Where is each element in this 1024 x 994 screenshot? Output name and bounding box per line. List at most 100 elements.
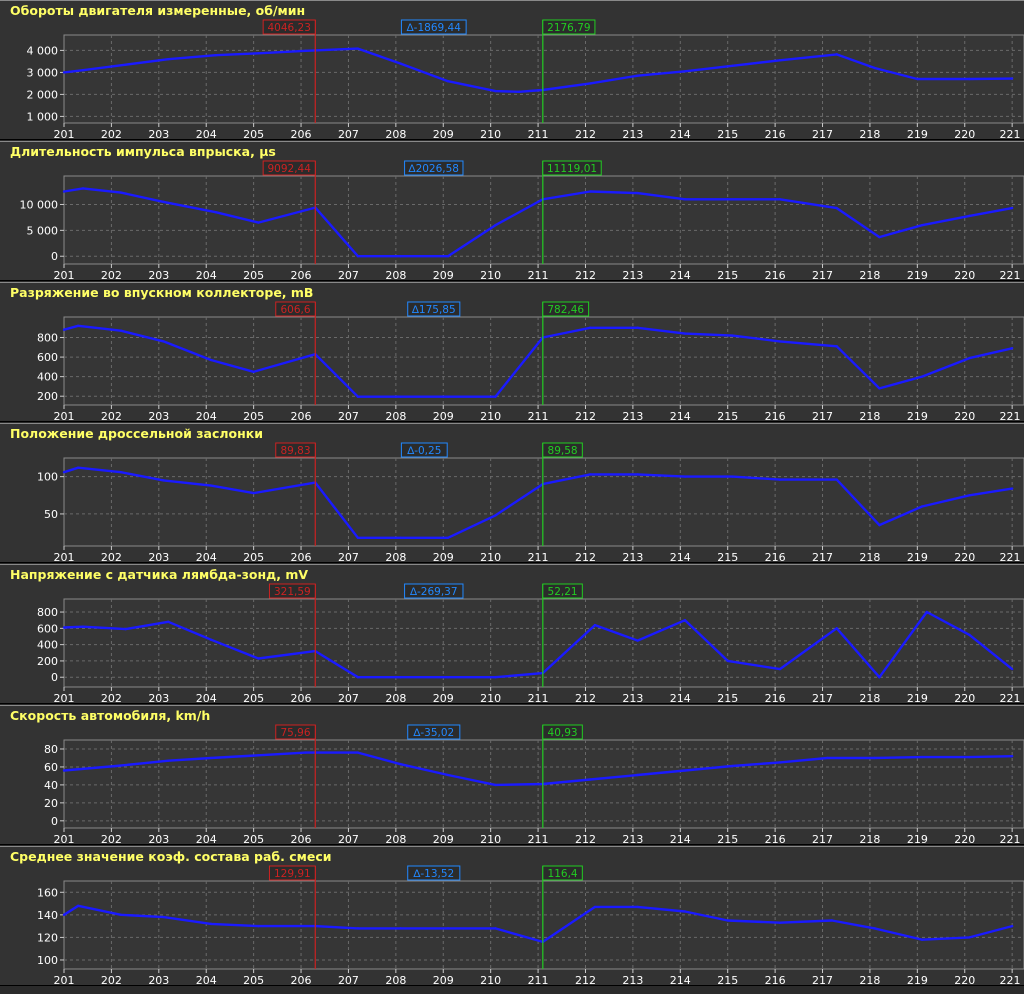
x-tick-label: 220 [954, 974, 975, 987]
chart-panel-2[interactable]: 0 5 000 10 000 201 202 203 204 205 206 207 208 209 2… [0, 141, 1024, 282]
x-tick-label: 205 [243, 128, 264, 141]
data-point [873, 927, 876, 930]
data-point [683, 769, 687, 772]
data-point [446, 927, 450, 930]
x-tick-label: 218 [859, 551, 880, 564]
chart-svg-5[interactable]: 0 200 400 600 800 201 202 203 204 205 206 207 208 209… [0, 565, 1024, 705]
data-point [124, 627, 127, 631]
data-point [62, 769, 66, 772]
x-tick-label: 211 [528, 974, 549, 987]
data-point [925, 610, 929, 614]
data-point [731, 764, 734, 768]
plot-area[interactable] [63, 457, 1024, 547]
chart-svg-2[interactable]: 0 5 000 10 000 201 202 203 204 205 206 207 208 209 2… [0, 142, 1024, 282]
x-tick-label: 201 [54, 833, 75, 846]
x-tick-label: 209 [433, 269, 454, 282]
y-tick-label: 50 [44, 508, 58, 521]
x-tick-label: 212 [575, 410, 596, 423]
x-tick-label: 204 [196, 128, 217, 141]
x-tick-label: 219 [907, 551, 928, 564]
x-tick-label: 221 [1000, 974, 1021, 987]
x-tick-label: 221 [1000, 551, 1021, 564]
x-tick-label: 202 [101, 692, 122, 705]
chart-svg-1[interactable]: 1 000 2 000 3 000 4 000 201 202 203 204 205 206 20… [0, 1, 1024, 141]
x-tick-label: 206 [291, 974, 312, 987]
cursor-right-label: 782,46 [542, 301, 590, 317]
data-point [162, 340, 165, 343]
data-point [209, 922, 213, 926]
chart-svg-4[interactable]: 50 100 201 202 203 204 205 206 207 208 209 210 211 21… [0, 424, 1024, 564]
x-tick-label: 210 [480, 692, 501, 705]
x-tick-label: 213 [622, 269, 643, 282]
data-point [119, 470, 123, 474]
x-tick-label: 216 [765, 974, 786, 987]
plot-area[interactable] [63, 880, 1024, 970]
x-tick-label: 211 [528, 269, 549, 282]
data-point [683, 475, 687, 478]
x-tick-label: 217 [812, 833, 833, 846]
chart-svg-7[interactable]: 100 120 140 160 201 202 203 204 205 206 207 208 209 2… [0, 847, 1024, 987]
x-tick-label: 208 [385, 692, 406, 705]
x-tick-label: 215 [717, 692, 738, 705]
chart-panel-6[interactable]: 0 20 40 60 80 201 202 203 204 205 206 207 208 209 210 2… [0, 705, 1024, 846]
plot-area[interactable] [63, 316, 1024, 406]
x-tick-label: 215 [717, 833, 738, 846]
data-point [77, 324, 80, 327]
data-point [878, 235, 881, 239]
x-tick-label: 203 [148, 833, 169, 846]
data-point [920, 375, 924, 378]
x-tick-label: 219 [907, 974, 928, 987]
chart-title: Длительность импульса впрыска, μs [10, 144, 276, 159]
cursor-left-label: 75,96 [275, 724, 316, 740]
data-point [162, 915, 165, 919]
x-tick-label: 216 [765, 128, 786, 141]
data-point [778, 761, 782, 764]
chart-panel-7[interactable]: 100 120 140 160 201 202 203 204 205 206 207 208 209 2… [0, 846, 1024, 987]
y-tick-label: 10 000 [20, 198, 59, 211]
chart-panel-3[interactable]: 200 400 600 800 201 202 203 204 205 206 207 208 209 2… [0, 282, 1024, 423]
data-point [1010, 347, 1014, 350]
x-tick-label: 207 [338, 128, 359, 141]
x-tick-label: 216 [765, 551, 786, 564]
data-point [446, 676, 450, 679]
data-point [304, 49, 307, 53]
data-point [778, 921, 782, 924]
y-tick-label: 60 [44, 761, 58, 774]
x-tick-label: 212 [575, 692, 596, 705]
x-tick-label: 206 [291, 833, 312, 846]
data-point [726, 659, 729, 663]
chart-panel-5[interactable]: 0 200 400 600 800 201 202 203 204 205 206 207 208 209… [0, 564, 1024, 705]
data-point [683, 70, 687, 73]
x-tick-label: 212 [575, 974, 596, 987]
data-point [446, 255, 450, 258]
data-point [399, 676, 402, 679]
data-point [446, 395, 450, 398]
data-point [835, 345, 838, 348]
chart-panel-1[interactable]: 1 000 2 000 3 000 4 000 201 202 203 204 205 206 20… [0, 0, 1024, 141]
delta-label-text: ∆-269,37 [409, 586, 458, 598]
x-tick-label: 213 [622, 128, 643, 141]
cursor-left-label-text: 321,59 [274, 586, 311, 598]
data-point [494, 927, 497, 930]
chart-svg-6[interactable]: 0 20 40 60 80 201 202 203 204 205 206 207 208 209 210 2… [0, 706, 1024, 846]
data-point [81, 625, 85, 628]
plot-area[interactable] [63, 175, 1024, 265]
y-tick-label: 600 [37, 622, 58, 635]
x-tick-label: 202 [101, 269, 122, 282]
x-tick-label: 203 [148, 128, 169, 141]
cursor-right-label: 89,58 [542, 442, 583, 458]
cursor-left-label: 606,6 [275, 301, 316, 317]
x-tick-label: 213 [622, 692, 643, 705]
chart-svg-3[interactable]: 200 400 600 800 201 202 203 204 205 206 207 208 209 2… [0, 283, 1024, 423]
delta-label: ∆2026,58 [404, 160, 464, 176]
data-point [494, 395, 497, 398]
data-point [209, 358, 213, 362]
data-point [399, 536, 402, 539]
data-point [399, 395, 402, 398]
plot-area[interactable] [63, 34, 1024, 124]
x-tick-label: 208 [385, 410, 406, 423]
chart-panel-4[interactable]: 50 100 201 202 203 204 205 206 207 208 209 210 211 21… [0, 423, 1024, 564]
x-tick-label: 218 [859, 410, 880, 423]
x-tick-label: 212 [575, 551, 596, 564]
chart-title: Положение дроссельной заслонки [10, 426, 263, 441]
